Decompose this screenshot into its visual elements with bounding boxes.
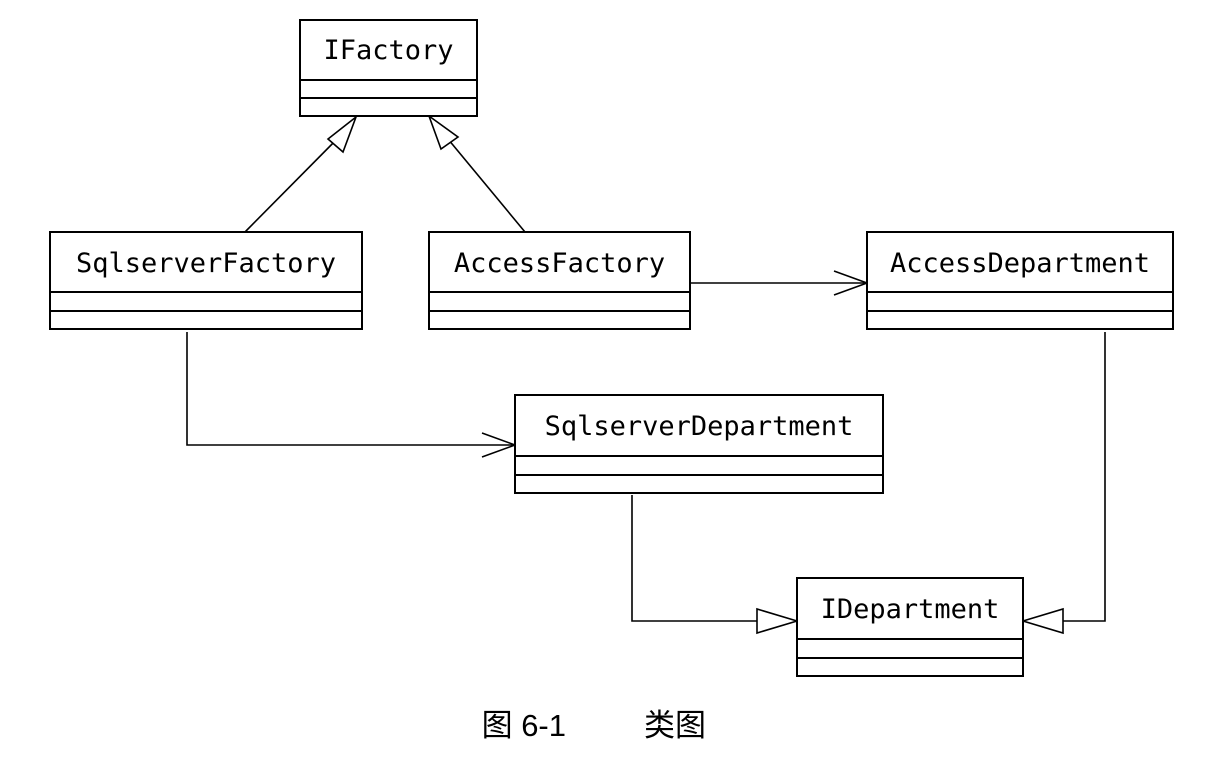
edge-accessfactory-ifactory <box>442 132 526 233</box>
class-access-department[interactable]: AccessDepartment <box>866 231 1174 330</box>
figure-caption: 图 6-1 类图 <box>482 708 706 743</box>
realization-arrowhead <box>427 113 460 151</box>
class-diagram: IFactory SqlserverFactory AccessFactory … <box>49 19 1174 743</box>
class-name: IDepartment <box>821 594 1000 625</box>
figure-label: 图 6-1 <box>482 708 566 743</box>
class-access-factory[interactable]: AccessFactory <box>428 231 691 330</box>
class-idepartment[interactable]: IDepartment <box>796 577 1024 677</box>
class-name: AccessFactory <box>454 248 665 279</box>
class-ifactory[interactable]: IFactory <box>299 19 478 117</box>
realization-arrowhead <box>1020 607 1064 635</box>
realization-arrowhead <box>326 114 358 154</box>
class-sqlserver-factory[interactable]: SqlserverFactory <box>49 231 363 330</box>
class-name: SqlserverFactory <box>76 248 336 279</box>
edge-sqlserverfactory-ifactory <box>244 131 345 233</box>
class-name: AccessDepartment <box>890 248 1150 279</box>
class-name: SqlserverDepartment <box>545 411 854 442</box>
class-name: IFactory <box>323 35 453 66</box>
figure-title: 类图 <box>644 708 706 743</box>
edge-sqlserverfactory-sqlserverdepartment <box>186 332 515 446</box>
realization-arrowhead <box>756 607 800 635</box>
edge-sqlserverdepartment-idepartment <box>631 495 757 622</box>
edge-accessdepartment-idepartment <box>1063 332 1106 622</box>
class-sqlserver-department[interactable]: SqlserverDepartment <box>514 394 884 494</box>
